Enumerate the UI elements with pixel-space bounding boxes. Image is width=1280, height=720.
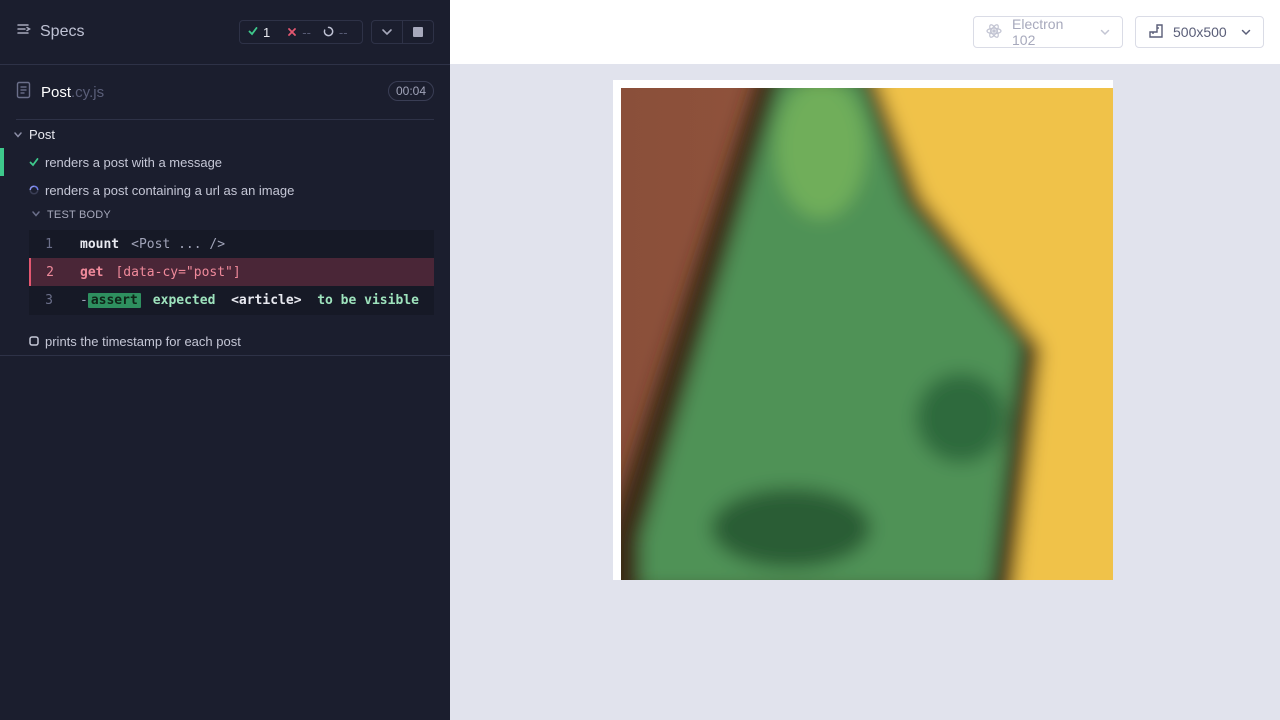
command-name: mount xyxy=(80,236,120,252)
ruler-icon xyxy=(1148,23,1164,42)
pending-stat: -- xyxy=(323,25,348,40)
test-row-passed[interactable]: renders a post with a message xyxy=(29,152,222,172)
aut-iframe[interactable] xyxy=(613,80,1113,580)
failed-stat: -- xyxy=(287,25,311,40)
passed-indicator-bar xyxy=(0,148,4,176)
spec-extension: .cy.js xyxy=(71,83,105,101)
reporter-header: Specs 1 -- -- xyxy=(0,0,450,65)
specs-label: Specs xyxy=(40,22,85,40)
command-number: 2 xyxy=(46,264,54,280)
x-icon xyxy=(287,25,297,40)
aut-toolbar: Electron 102 500x500 xyxy=(450,0,1280,64)
test-row-running[interactable]: renders a post containing a url as an im… xyxy=(29,180,294,200)
stop-button[interactable] xyxy=(402,21,433,43)
check-icon xyxy=(248,25,258,39)
stop-icon xyxy=(413,27,423,37)
test-body-label: TEST BODY xyxy=(47,209,111,221)
command-message: <Post ... /> xyxy=(131,236,226,252)
browser-label: Electron 102 xyxy=(1012,16,1064,48)
check-icon xyxy=(29,155,39,170)
viewport-selector[interactable]: 500x500 xyxy=(1135,16,1264,48)
spec-name: Post xyxy=(41,83,72,101)
command-row[interactable]: 1 mount <Post ... /> xyxy=(29,230,434,258)
pending-checkbox-icon xyxy=(29,334,39,349)
assert-dash: - xyxy=(80,292,88,308)
specs-list-icon xyxy=(16,22,32,41)
chevron-down-icon xyxy=(381,23,393,41)
post-image xyxy=(621,88,1113,580)
electron-icon xyxy=(986,23,1002,42)
chevron-down-icon xyxy=(1100,29,1110,36)
command-message: [data-cy="post"] xyxy=(115,264,241,280)
test-stats: 1 -- -- xyxy=(239,20,363,44)
spinner-icon xyxy=(323,25,334,40)
collapse-toggle-button[interactable] xyxy=(372,21,402,43)
test-title: renders a post with a message xyxy=(45,154,223,170)
command-number: 1 xyxy=(45,236,53,252)
assert-post: to be visible xyxy=(317,292,419,308)
run-controls xyxy=(371,20,434,44)
viewport-label: 500x500 xyxy=(1173,24,1227,40)
document-icon xyxy=(16,81,32,104)
chevron-down-icon xyxy=(1241,29,1251,36)
assert-pre: expected xyxy=(152,292,216,308)
divider xyxy=(16,119,434,120)
test-title: renders a post containing a url as an im… xyxy=(45,182,295,198)
running-spinner-icon xyxy=(29,183,39,198)
assert-badge: assert xyxy=(87,292,141,308)
specs-button[interactable]: Specs xyxy=(16,22,84,41)
passed-count: 1 xyxy=(263,24,271,40)
command-row-active[interactable]: 2 get [data-cy="post"] xyxy=(29,258,434,286)
assert-element: <article> xyxy=(231,292,302,308)
test-title: prints the timestamp for each post xyxy=(45,333,241,349)
spec-duration: 00:04 xyxy=(387,81,434,101)
command-number: 3 xyxy=(45,292,53,308)
test-body-toggle[interactable]: TEST BODY xyxy=(31,209,111,221)
command-log: 1 mount <Post ... /> 2 get [data-cy="pos… xyxy=(29,230,434,315)
browser-selector[interactable]: Electron 102 xyxy=(973,16,1123,48)
command-name: get xyxy=(80,264,104,280)
suite-title: Post xyxy=(29,126,56,142)
chevron-down-icon xyxy=(31,209,41,221)
test-row-pending[interactable]: prints the timestamp for each post xyxy=(29,331,241,351)
command-row-assert[interactable]: 3 - assert expected <article> to be visi… xyxy=(29,286,434,314)
chevron-down-icon xyxy=(13,127,23,142)
spec-file-row: Post .cy.js 00:04 xyxy=(16,78,434,106)
divider xyxy=(0,355,450,356)
assert-message: expected <article> to be visible xyxy=(153,293,419,308)
reporter-panel: Specs 1 -- -- Post .cy.js 00:04 Post ren… xyxy=(0,0,450,720)
suite-title-row[interactable]: Post xyxy=(13,124,55,144)
passed-stat: 1 xyxy=(248,25,283,40)
failed-count: -- xyxy=(302,24,311,40)
pending-count: -- xyxy=(338,24,348,40)
